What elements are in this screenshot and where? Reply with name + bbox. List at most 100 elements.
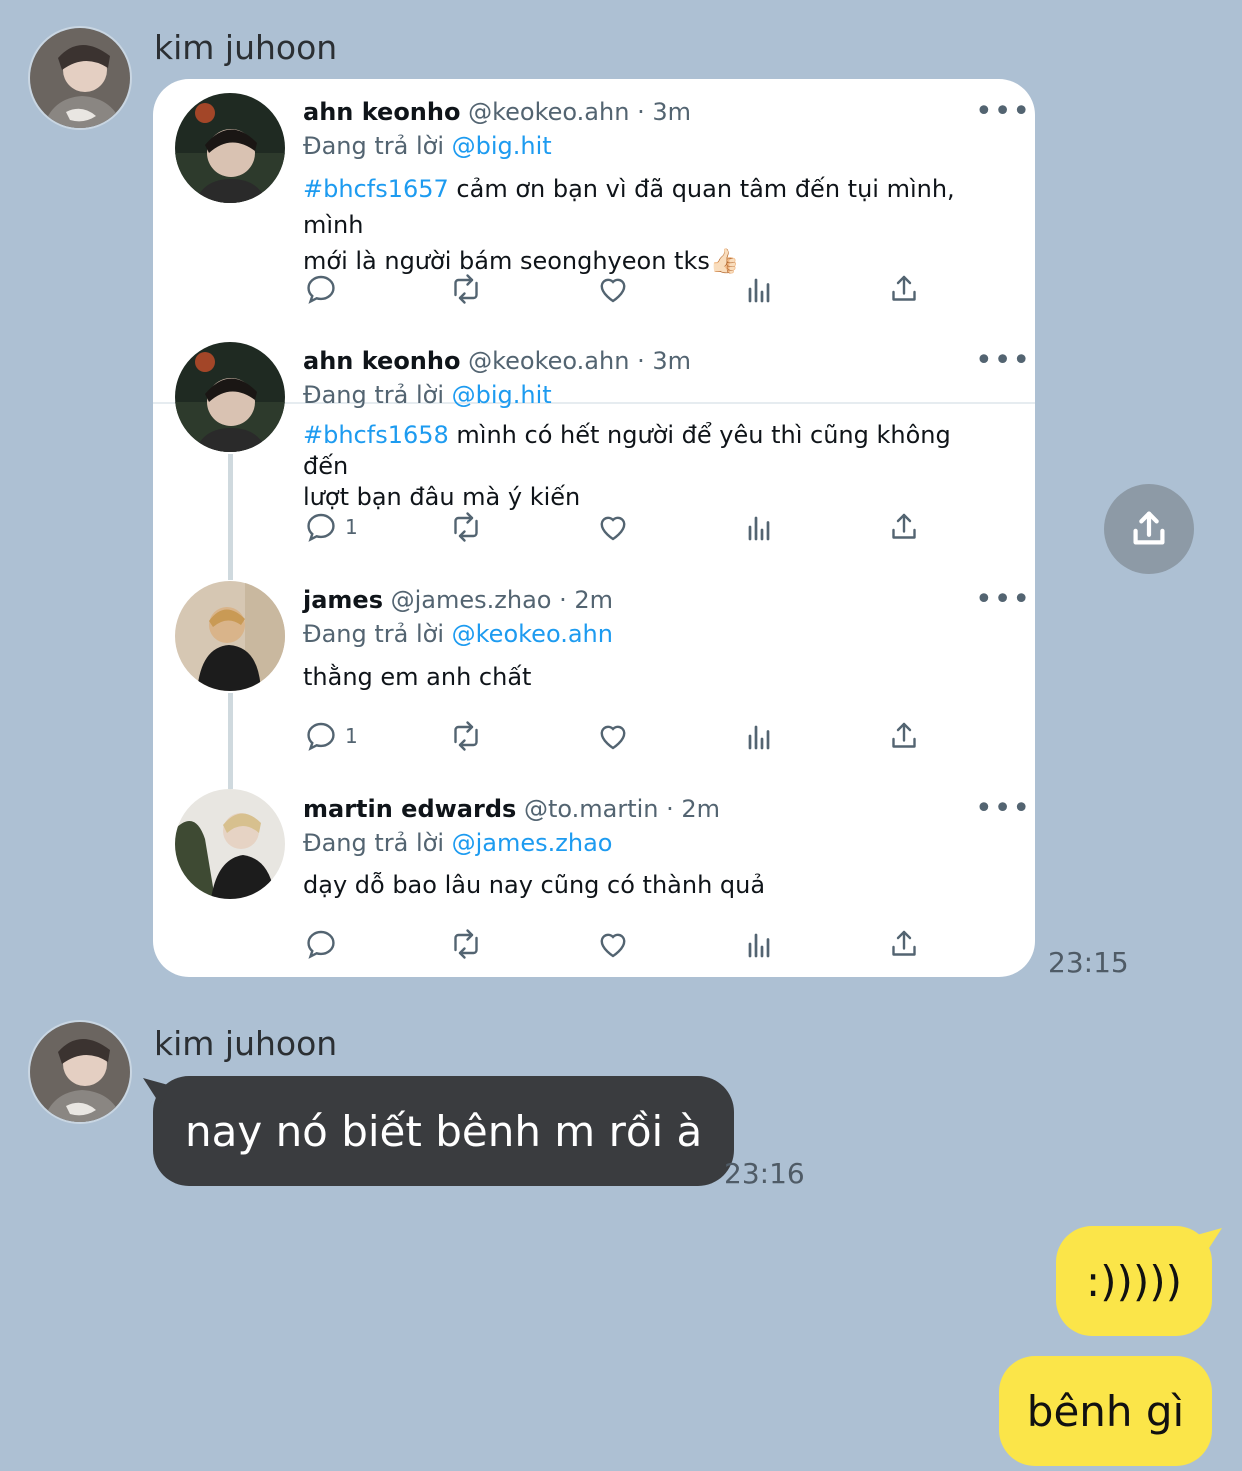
retweet-icon [454, 721, 478, 751]
tweet-text: #bhcfs1657 cảm ơn bạn vì đã quan tâm đến… [303, 171, 1003, 279]
sender-name: kim juhoon [154, 1024, 338, 1063]
sender-avatar[interactable] [28, 26, 132, 130]
heart-icon [600, 725, 626, 750]
tweet-screenshot-card[interactable]: ahn keonho @keokeo.ahn · 3m ••• Đang trả… [153, 79, 1035, 977]
share-icon [892, 275, 916, 301]
tweet-handle[interactable]: @to.martin [524, 795, 659, 823]
message-text: nay nó biết bênh m rồi à [185, 1106, 703, 1156]
views-button[interactable] [741, 716, 777, 756]
tweet-author-name[interactable]: ahn keonho [303, 98, 460, 126]
thread-line [228, 454, 233, 580]
share-icon [1133, 511, 1165, 545]
share-icon [892, 930, 916, 956]
views-button[interactable] [741, 269, 777, 309]
reply-prefix: Đang trả lời [303, 381, 452, 409]
heart-icon [600, 516, 626, 541]
tweet-avatar [175, 789, 285, 899]
thread-line [228, 693, 233, 789]
tweet-separator: · [551, 586, 575, 614]
tweet-header: ahn keonho @keokeo.ahn · 3m [303, 98, 691, 126]
more-icon[interactable]: ••• [975, 585, 1031, 615]
reply-context: Đang trả lời @big.hit [303, 381, 552, 409]
tweet-separator: · [658, 795, 682, 823]
tweet-actions [303, 924, 943, 964]
reply-mention[interactable]: @big.hit [452, 132, 552, 160]
tweet-header: martin edwards @to.martin · 2m [303, 795, 720, 823]
tweet-handle[interactable]: @keokeo.ahn [468, 98, 629, 126]
more-icon[interactable]: ••• [975, 97, 1031, 127]
reply-mention[interactable]: @james.zhao [452, 829, 613, 857]
tweet-author-name[interactable]: ahn keonho [303, 347, 460, 375]
retweet-icon [454, 512, 478, 542]
like-button[interactable] [595, 924, 631, 964]
reply-prefix: Đang trả lời [303, 620, 452, 648]
share-button[interactable] [886, 507, 922, 547]
outgoing-message-bubble[interactable]: bênh gì [999, 1356, 1212, 1466]
reply-icon [307, 275, 335, 304]
tweet-header: ahn keonho @keokeo.ahn · 3m [303, 347, 691, 375]
reply-context: Đang trả lời @big.hit [303, 132, 552, 160]
tweet-separator: · [629, 347, 653, 375]
share-button[interactable] [886, 269, 922, 309]
reply-mention[interactable]: @keokeo.ahn [452, 620, 613, 648]
bubble-tail [1194, 1228, 1222, 1254]
reply-button[interactable] [303, 924, 345, 964]
retweet-button[interactable] [448, 269, 484, 309]
tweet-actions: 1 [303, 507, 943, 547]
forward-share-button[interactable] [1104, 484, 1194, 574]
reply-prefix: Đang trả lời [303, 132, 452, 160]
retweet-icon [454, 929, 478, 959]
tweet-hashtag[interactable]: #bhcfs1657 [303, 175, 449, 203]
outgoing-message-bubble[interactable]: :))))) [1056, 1226, 1222, 1336]
reply-button[interactable] [303, 269, 345, 309]
incoming-message-bubble[interactable]: nay nó biết bênh m rồi à [143, 1076, 735, 1186]
reply-button[interactable]: 1 [303, 716, 358, 756]
heart-icon [600, 278, 626, 303]
reply-icon [307, 722, 335, 751]
tweet-handle[interactable]: @keokeo.ahn [468, 347, 629, 375]
reply-icon [307, 930, 335, 959]
like-button[interactable] [595, 507, 631, 547]
tweet-hashtag[interactable]: #bhcfs1658 [303, 421, 449, 449]
reply-mention[interactable]: @big.hit [452, 381, 552, 409]
retweet-button[interactable] [448, 507, 484, 547]
retweet-icon [454, 274, 478, 304]
tweet-author-name[interactable]: james [303, 586, 383, 614]
tweet-text: dạy dỗ bao lâu nay cũng có thành quả [303, 871, 766, 899]
tweet-actions: 1 [303, 716, 943, 756]
tweet-age: 2m [681, 795, 721, 823]
retweet-button[interactable] [448, 716, 484, 756]
like-button[interactable] [595, 269, 631, 309]
message-text: bênh gì [1026, 1386, 1185, 1436]
more-icon[interactable]: ••• [975, 794, 1031, 824]
more-icon[interactable]: ••• [975, 346, 1031, 376]
tweet-header: james @james.zhao · 2m [303, 586, 613, 614]
message-time: 23:16 [724, 1157, 805, 1190]
reply-button[interactable]: 1 [303, 507, 358, 547]
analytics-icon [748, 725, 770, 750]
analytics-icon [748, 933, 770, 958]
heart-icon [600, 933, 626, 958]
views-button[interactable] [741, 924, 777, 964]
views-button[interactable] [741, 507, 777, 547]
share-icon [892, 513, 916, 539]
share-icon [892, 722, 916, 748]
share-button[interactable] [886, 716, 922, 756]
tweet-avatar [175, 93, 285, 203]
tweet-text: #bhcfs1658 mình có hết người để yêu thì … [303, 420, 1003, 513]
share-button[interactable] [886, 924, 922, 964]
reply-context: Đang trả lời @keokeo.ahn [303, 620, 613, 648]
reply-count: 1 [345, 515, 358, 539]
reply-context: Đang trả lời @james.zhao [303, 829, 613, 857]
retweet-button[interactable] [448, 924, 484, 964]
tweet-text: thằng em anh chất [303, 663, 532, 691]
tweet-age: 3m [652, 347, 691, 375]
message-text: :))))) [1085, 1256, 1183, 1306]
reply-count: 1 [345, 724, 358, 748]
like-button[interactable] [595, 716, 631, 756]
analytics-icon [748, 516, 770, 541]
tweet-age: 2m [574, 586, 614, 614]
tweet-author-name[interactable]: martin edwards [303, 795, 516, 823]
tweet-handle[interactable]: @james.zhao [391, 586, 552, 614]
sender-avatar[interactable] [28, 1020, 132, 1124]
